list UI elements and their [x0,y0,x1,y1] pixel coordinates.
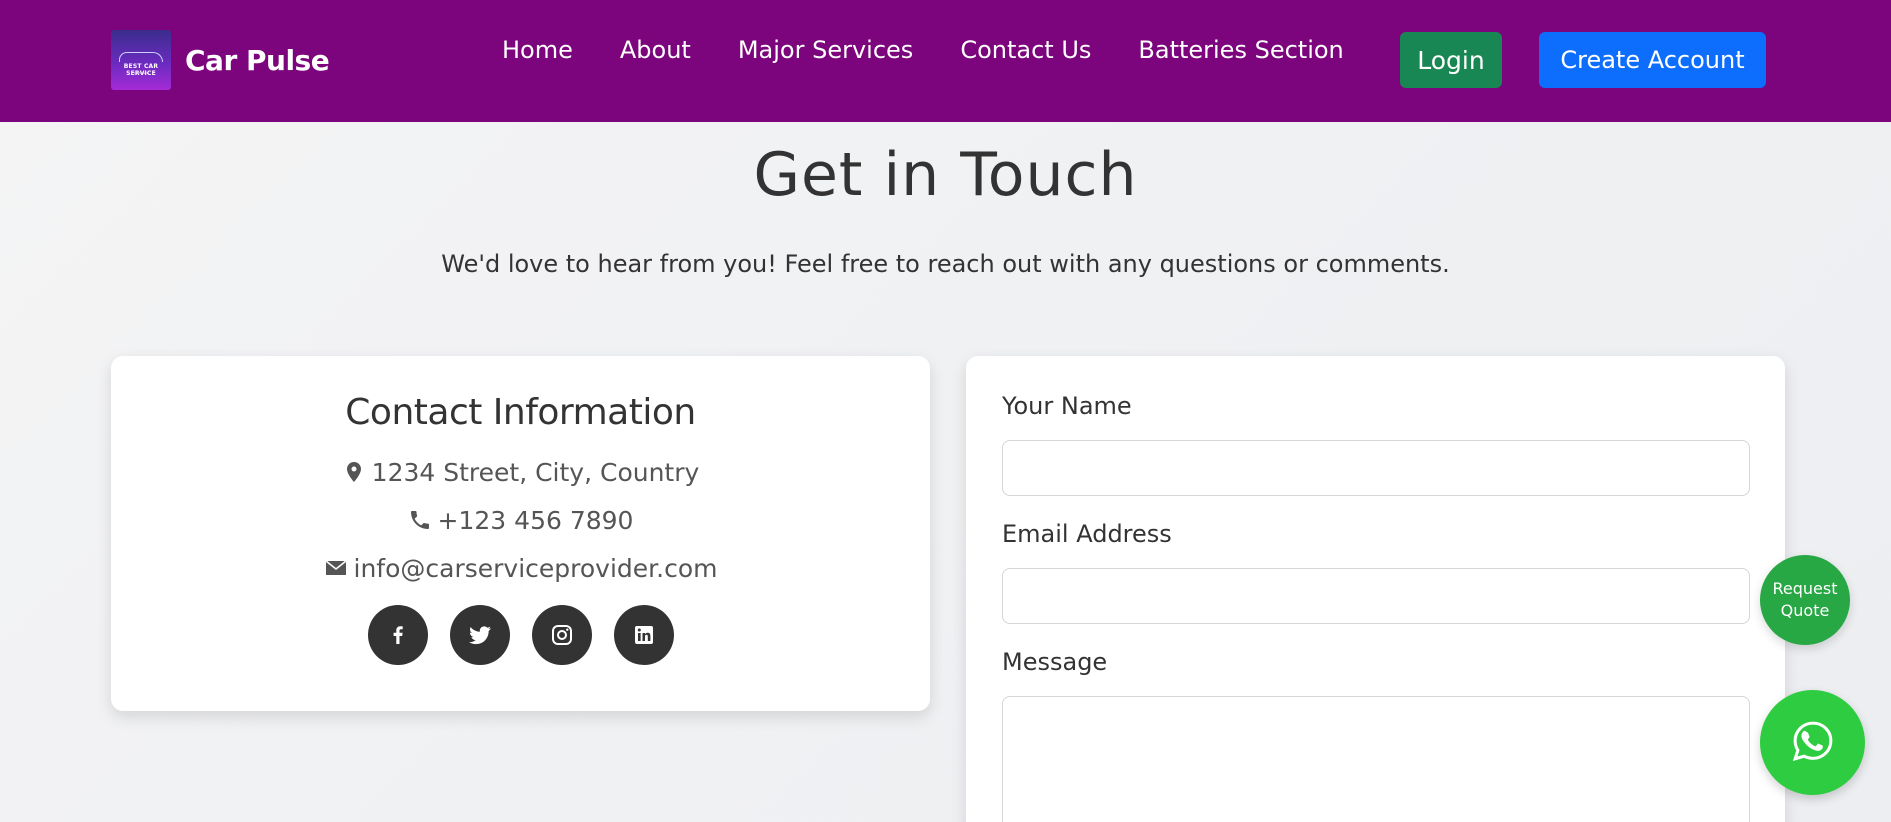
linkedin-icon[interactable] [613,605,674,665]
message-label: Message [1002,648,1108,676]
social-links [111,605,930,665]
whatsapp-icon [1791,719,1835,766]
name-label: Your Name [1002,392,1132,420]
name-field[interactable] [1002,440,1750,496]
login-button[interactable]: Login [1400,32,1502,88]
page-title: Get in Touch [753,140,1138,210]
email-text: info@carserviceprovider.com [353,553,718,583]
contact-info-card: Contact Information 1234 Street, City, C… [111,356,930,711]
page-subtitle: We'd love to hear from you! Feel free to… [441,250,1450,278]
map-marker-icon [342,460,366,484]
nav-link-about[interactable]: About [620,36,691,64]
phone-text: +123 456 7890 [437,505,634,535]
nav-link-contact-us[interactable]: Contact Us [960,36,1091,64]
nav-link-home[interactable]: Home [502,36,573,64]
nav-link-major-services[interactable]: Major Services [738,36,913,64]
address-text: 1234 Street, City, Country [371,457,700,487]
twitter-icon[interactable] [449,605,510,665]
contact-form-card: Your Name Email Address Message [966,356,1785,822]
facebook-icon[interactable] [367,605,428,665]
request-quote-button[interactable]: Request Quote [1760,555,1850,645]
brand-logo[interactable]: BEST CAR SERVICE IN TOWN [111,30,171,90]
nav-links: Home About Major Services Contact Us Bat… [502,36,1391,64]
brand[interactable]: BEST CAR SERVICE IN TOWN Car Pulse [111,30,330,90]
phone-icon [408,508,432,532]
brand-name[interactable]: Car Pulse [185,44,330,77]
phone-line: +123 456 7890 [111,505,930,535]
message-field[interactable] [1002,696,1750,822]
instagram-icon[interactable] [531,605,592,665]
car-logo-icon [119,52,163,62]
email-label: Email Address [1002,520,1172,548]
email-line: info@carserviceprovider.com [111,553,930,583]
whatsapp-button[interactable] [1760,690,1865,795]
envelope-icon [324,556,348,580]
nav-link-batteries-section[interactable]: Batteries Section [1138,36,1343,64]
address-line: 1234 Street, City, Country [111,457,930,487]
navbar: BEST CAR SERVICE IN TOWN Car Pulse Home … [0,0,1891,122]
create-account-button[interactable]: Create Account [1539,32,1766,88]
contact-info-title: Contact Information [345,392,696,433]
email-field[interactable] [1002,568,1750,624]
logo-subtext: IN TOWN [134,71,148,75]
